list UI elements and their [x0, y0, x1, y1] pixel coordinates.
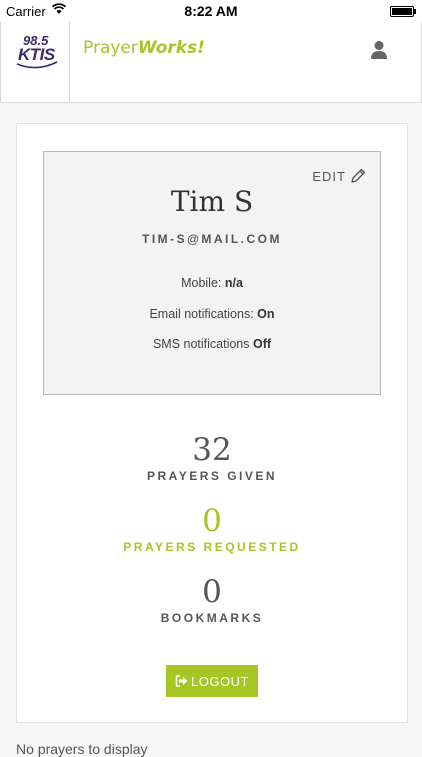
mobile-line: Mobile: n/a [44, 276, 380, 290]
bookmarks-stat[interactable]: 0 BOOKMARKS [17, 575, 407, 625]
brand-part1: Prayer [83, 38, 138, 58]
battery-icon [390, 6, 416, 17]
sms-notifications-line: SMS notifications Off [44, 337, 380, 351]
mobile-value: n/a [224, 276, 243, 290]
prayers-given-count: 32 [192, 432, 232, 468]
prayers-requested-count: 0 [202, 503, 222, 539]
prayers-given-stat[interactable]: 32 PRAYERS GIVEN [17, 433, 407, 483]
empty-prayers-message: No prayers to display [16, 741, 148, 757]
bookmarks-count: 0 [202, 574, 222, 610]
mobile-label: Mobile: [181, 276, 222, 290]
ktis-logo[interactable]: 98.5 KTIS [1, 22, 70, 102]
profile-card: EDIT Tim S TIM-S@MAIL.COM Mobile: n/a Em… [16, 123, 408, 723]
prayers-given-label: PRAYERS GIVEN [146, 469, 278, 483]
ktis-swoosh-icon [16, 61, 58, 69]
sign-out-icon [175, 675, 188, 687]
prayers-requested-stat[interactable]: 0 PRAYERS REQUESTED [17, 504, 407, 554]
bookmarks-label: BOOKMARKS [160, 611, 264, 625]
user-icon[interactable] [371, 40, 387, 60]
sms-notifications-value: Off [253, 337, 272, 351]
profile-details-box: EDIT Tim S TIM-S@MAIL.COM Mobile: n/a Em… [43, 151, 381, 395]
profile-name: Tim S [170, 185, 254, 218]
clock: 8:22 AM [184, 3, 238, 19]
edit-label: EDIT [312, 168, 346, 184]
prayers-requested-label: PRAYERS REQUESTED [123, 540, 301, 554]
app-header: 98.5 KTIS PrayerWorks! [0, 22, 422, 103]
profile-email: TIM-S@MAIL.COM [141, 232, 283, 246]
prayerworks-logo: PrayerWorks! [83, 38, 205, 58]
email-notifications-line: Email notifications: On [44, 307, 380, 321]
status-bar: Carrier 8:22 AM [0, 0, 422, 22]
email-notifications-value: On [257, 307, 275, 321]
brand-part2: Works! [137, 38, 205, 58]
edit-profile-button[interactable]: EDIT [312, 168, 366, 184]
pencil-icon [351, 168, 366, 183]
logout-label: LOGOUT [191, 673, 249, 689]
logout-button[interactable]: LOGOUT [166, 665, 258, 697]
email-notifications-label: Email notifications: [149, 307, 254, 321]
sms-notifications-label: SMS notifications [152, 337, 250, 351]
